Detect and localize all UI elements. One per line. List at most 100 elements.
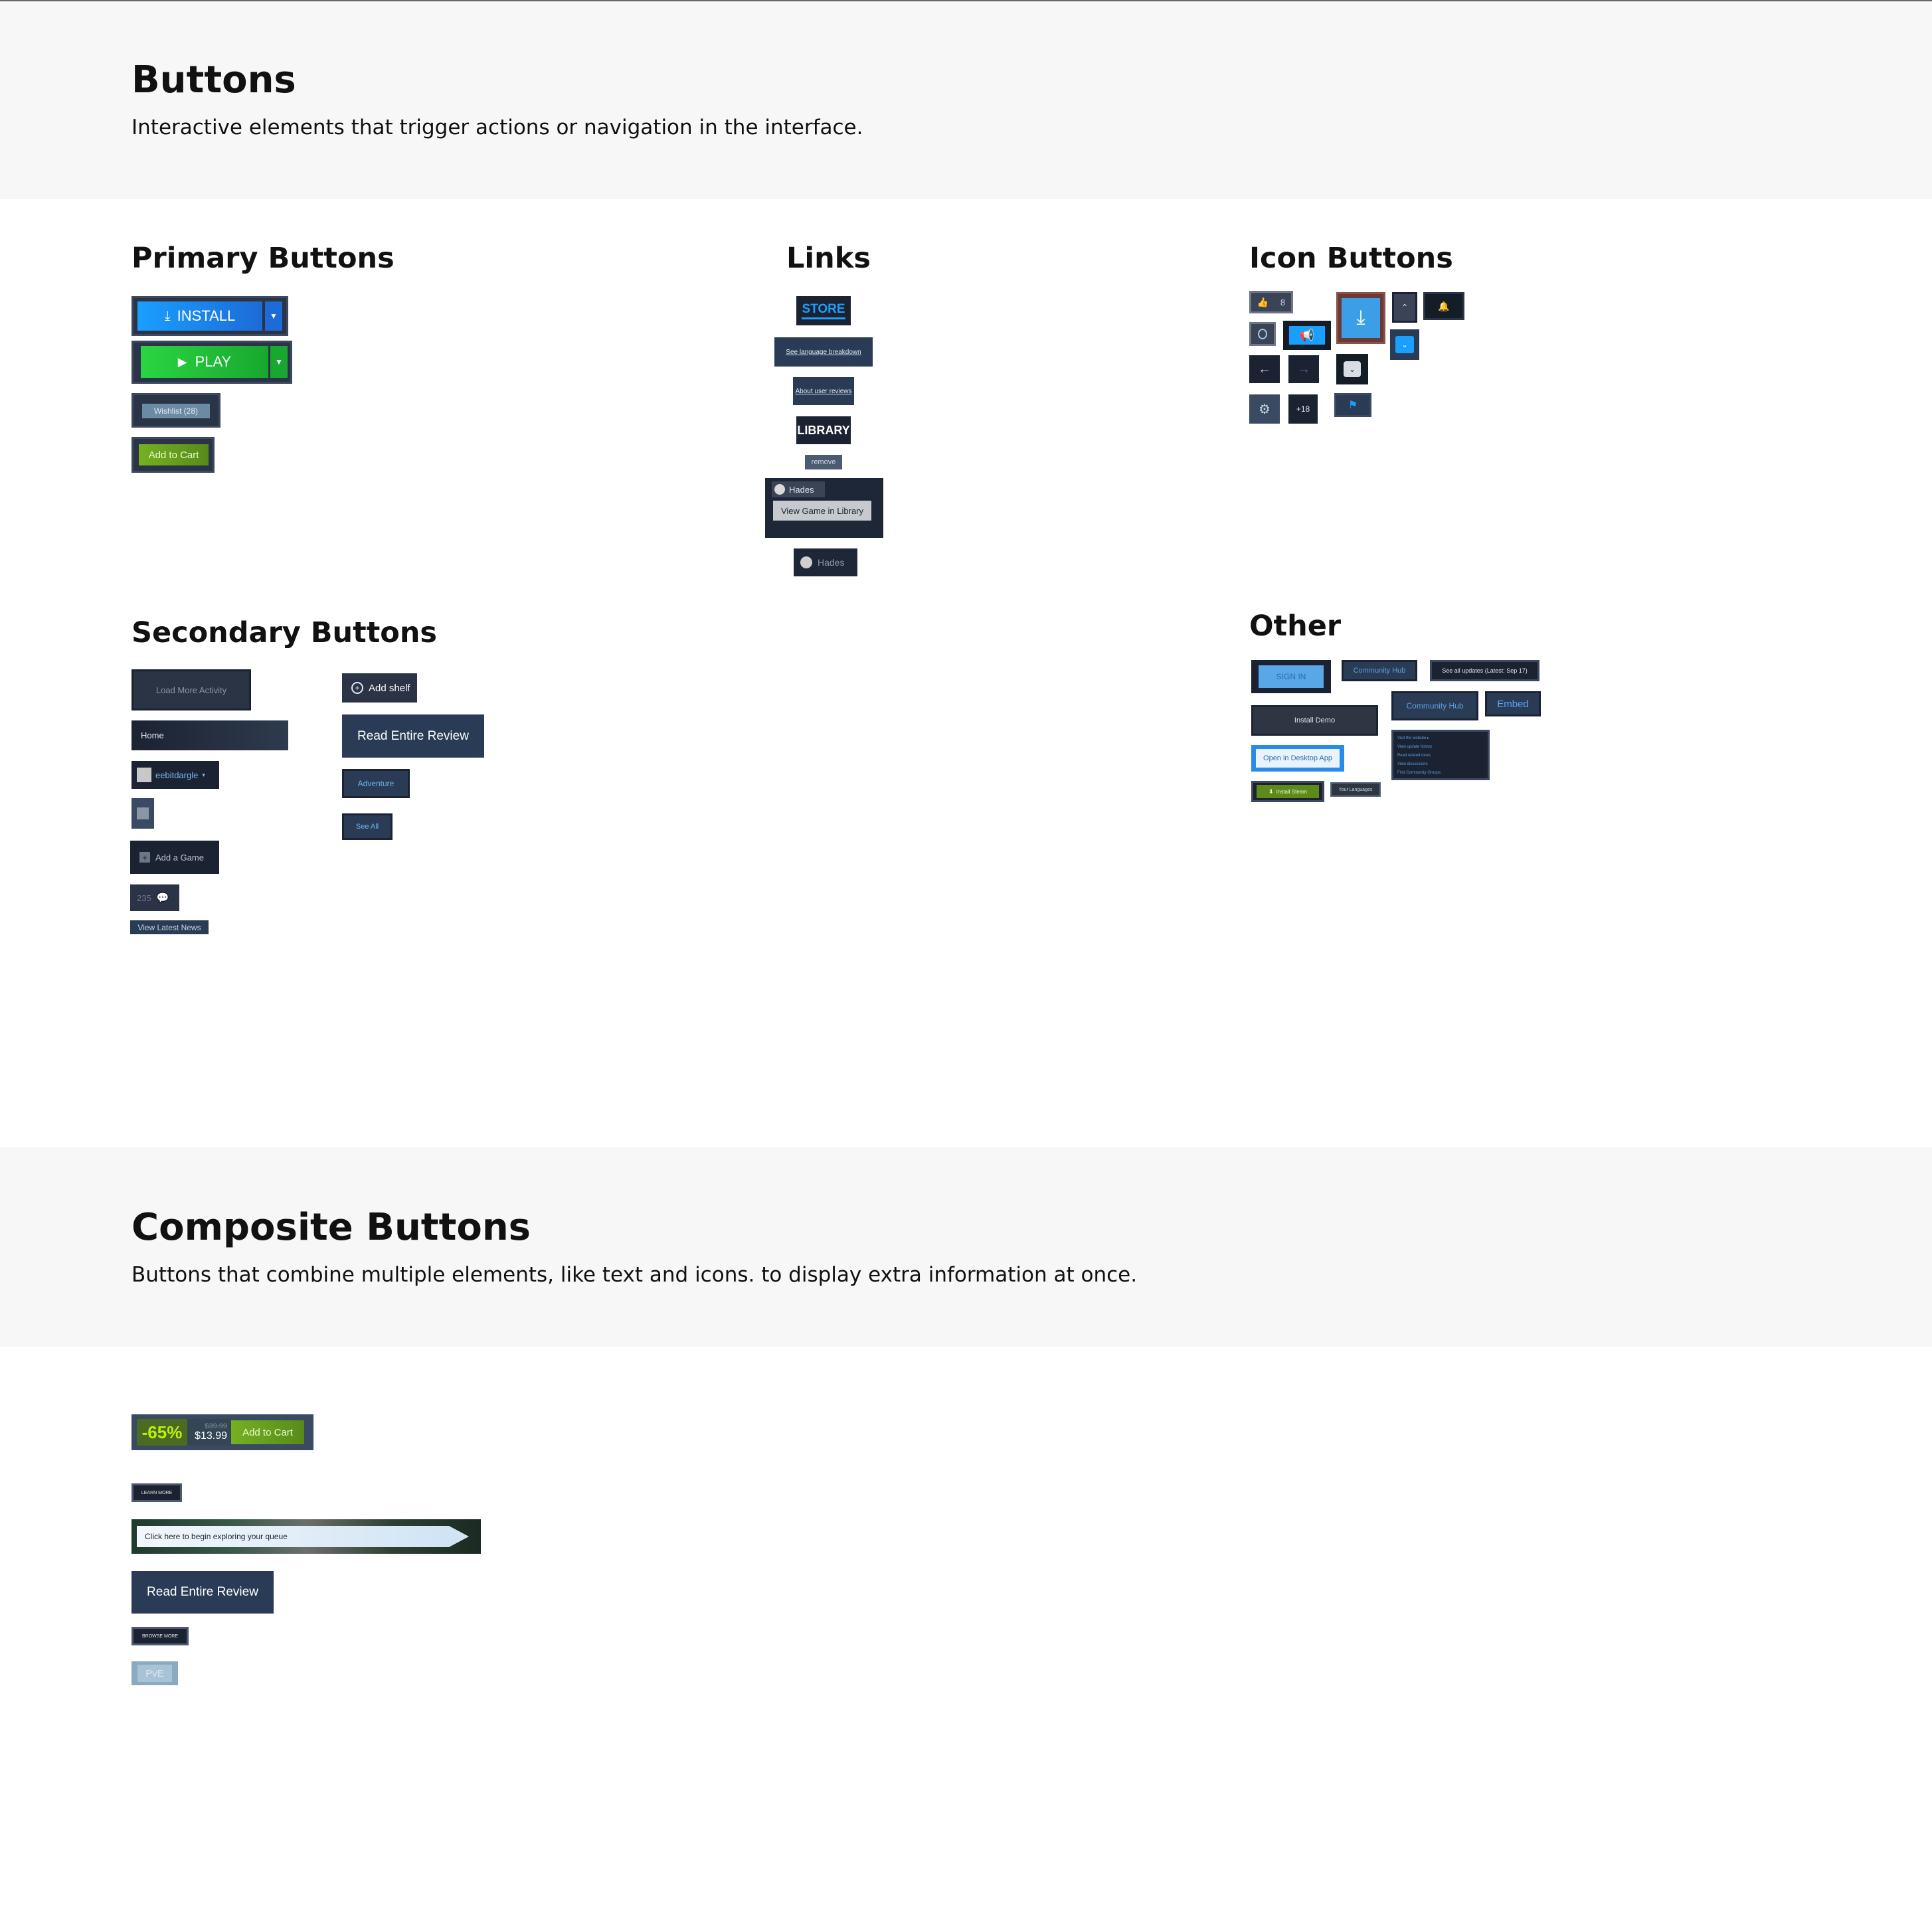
plus-icon: + — [139, 852, 150, 863]
final-price: $13.99 — [195, 1430, 227, 1442]
remove-link-frame: remove — [805, 455, 842, 469]
open-desktop-button[interactable]: Open in Desktop App — [1256, 749, 1340, 768]
see-all-frame: See All — [342, 813, 393, 840]
pve-tag[interactable]: PvE — [137, 1665, 172, 1682]
menu-item-website[interactable]: Visit the website ▸ — [1397, 734, 1484, 743]
library-link[interactable]: LIBRARY — [797, 424, 849, 438]
add-shelf-button[interactable]: + Add shelf — [342, 673, 417, 703]
secondary-buttons-heading: Secondary Buttons — [132, 616, 438, 649]
play-button[interactable]: ▶ PLAY — [141, 346, 268, 378]
thumbs-up-count: 8 — [1280, 297, 1286, 307]
open-desktop-frame: Open in Desktop App — [1251, 745, 1344, 772]
add-game-label: Add a Game — [155, 852, 204, 863]
about-reviews-frame: About user reviews — [793, 377, 854, 405]
your-languages-button[interactable]: Your Languages — [1330, 782, 1381, 797]
read-review-button-composite[interactable]: Read Entire Review — [132, 1571, 274, 1614]
dropdown-menu: Visit the website ▸ View update history … — [1391, 730, 1490, 780]
community-hub-button[interactable]: Community Hub — [1342, 660, 1417, 681]
install-steam-button[interactable]: ⬇ Install Steam — [1257, 785, 1319, 798]
add-shelf-label: Add shelf — [369, 682, 410, 694]
lightbulb-icon[interactable] — [1249, 322, 1276, 346]
language-breakdown-link[interactable]: See language breakdown — [786, 349, 861, 356]
bell-icon[interactable]: 🔔 — [1423, 292, 1464, 320]
read-review-button[interactable]: Read Entire Review — [342, 714, 484, 758]
menu-item-discussions[interactable]: View discussions — [1397, 760, 1484, 769]
arrow-left-icon[interactable]: ← — [1249, 355, 1280, 383]
scroll-arrows-button[interactable] — [132, 798, 154, 829]
about-reviews-link[interactable]: About user reviews — [795, 388, 851, 395]
wishlist-button[interactable]: Wishlist (28) — [142, 404, 210, 418]
queue-banner[interactable]: Click here to begin exploring your queue — [132, 1519, 481, 1554]
grid-icon — [137, 807, 149, 819]
comment-count: 235 — [137, 892, 151, 903]
download-icon[interactable]: ⤓ — [1342, 298, 1380, 338]
store-link[interactable]: STORE — [802, 302, 845, 319]
comments-count-button[interactable]: 235 💬 — [130, 884, 179, 911]
embed-button[interactable]: Embed — [1485, 691, 1541, 716]
play-dropdown-chevron-icon[interactable]: ▼ — [270, 346, 288, 378]
store-link-frame: STORE — [796, 296, 851, 325]
links-heading: Links — [786, 242, 871, 275]
adventure-tag-frame: Adventure — [342, 769, 410, 798]
collapse-up-icon[interactable]: ⌃ — [1392, 292, 1417, 323]
sign-in-button[interactable]: SIGN IN — [1259, 665, 1324, 688]
design-system-page: Buttons Interactive elements that trigge… — [0, 0, 1932, 1915]
install-button[interactable]: ⤓ INSTALL — [137, 301, 262, 331]
add-to-cart-button[interactable]: Add to Cart — [231, 1420, 304, 1444]
install-dropdown-chevron-icon[interactable]: ▼ — [265, 301, 282, 331]
icon-buttons-heading: Icon Buttons — [1249, 242, 1453, 275]
sign-in-frame: SIGN IN — [1251, 660, 1331, 693]
install-demo-button[interactable]: Install Demo — [1251, 705, 1378, 736]
original-price: $39.99 — [205, 1422, 227, 1430]
primary-buttons-heading: Primary Buttons — [132, 242, 395, 275]
more-count-button[interactable]: +18 — [1288, 394, 1318, 424]
price-block: $39.99 $13.99 — [187, 1419, 231, 1446]
view-in-library-button[interactable]: View Game in Library — [773, 501, 871, 521]
game-link-label: Hades — [818, 557, 845, 568]
remove-link[interactable]: remove — [812, 458, 836, 466]
add-to-cart-button-frame: Add to Cart — [132, 437, 215, 473]
composite-title: Composite Buttons — [132, 1206, 531, 1249]
queue-banner-label: Click here to begin exploring your queue — [137, 1526, 469, 1547]
install-steam-label: Install Steam — [1276, 788, 1307, 795]
game-chip-label: Hades — [789, 484, 814, 495]
install-button-frame: ⤓ INSTALL ▼ — [132, 296, 288, 336]
play-label: PLAY — [195, 353, 232, 370]
download-icon: ⤓ — [164, 308, 171, 323]
comment-icon: 💬 — [156, 892, 169, 904]
double-chevron-down-icon[interactable]: ⌄ — [1395, 336, 1414, 353]
play-icon: ▶ — [177, 355, 187, 369]
composite-description: Buttons that combine multiple elements, … — [132, 1263, 1138, 1287]
view-news-button[interactable]: View Latest News — [130, 920, 209, 934]
chevron-down-icon: ▾ — [202, 771, 205, 778]
megaphone-icon[interactable]: 📢 — [1289, 326, 1325, 345]
browse-more-button[interactable]: BROWSE MORE — [132, 1627, 189, 1645]
chevron-down-frame: ⌄ — [1336, 354, 1368, 384]
see-all-button[interactable]: See All — [356, 823, 379, 831]
menu-item-news[interactable]: Read related news — [1397, 752, 1484, 760]
load-more-button[interactable]: Load More Activity — [132, 669, 251, 710]
chevron-down-icon[interactable]: ⌄ — [1344, 361, 1361, 377]
install-steam-frame: ⬇ Install Steam — [1251, 781, 1324, 802]
arrow-right-icon[interactable]: → — [1288, 355, 1319, 383]
menu-item-groups[interactable]: Find Community Groups — [1397, 769, 1484, 778]
library-link-frame: LIBRARY — [796, 416, 851, 444]
game-chip[interactable]: Hades — [772, 481, 825, 497]
menu-item-history[interactable]: View update history — [1397, 743, 1484, 752]
page-title: Buttons — [132, 58, 296, 102]
wishlist-button-frame: Wishlist (28) — [132, 393, 220, 428]
flag-icon[interactable]: ⚑ — [1334, 393, 1371, 417]
discount-badge: -65% — [137, 1419, 187, 1446]
add-to-cart-button[interactable]: Add to Cart — [139, 444, 209, 465]
user-menu-button[interactable]: eebitdargle ▾ — [132, 761, 219, 789]
game-link-chip[interactable]: Hades — [794, 548, 857, 576]
home-button[interactable]: Home — [132, 720, 288, 750]
thumbs-up-count-button[interactable]: 👍 8 — [1249, 291, 1293, 313]
see-updates-button[interactable]: See all updates (Latest: Sep 17) — [1442, 667, 1528, 674]
learn-more-button[interactable]: LEARN MORE — [132, 1483, 182, 1502]
add-game-button[interactable]: + Add a Game — [130, 841, 219, 874]
gear-icon[interactable]: ⚙ — [1249, 394, 1280, 424]
adventure-tag[interactable]: Adventure — [358, 779, 395, 788]
community-hub-large-button[interactable]: Community Hub — [1391, 691, 1478, 720]
username-label: eebitdargle — [155, 770, 199, 780]
